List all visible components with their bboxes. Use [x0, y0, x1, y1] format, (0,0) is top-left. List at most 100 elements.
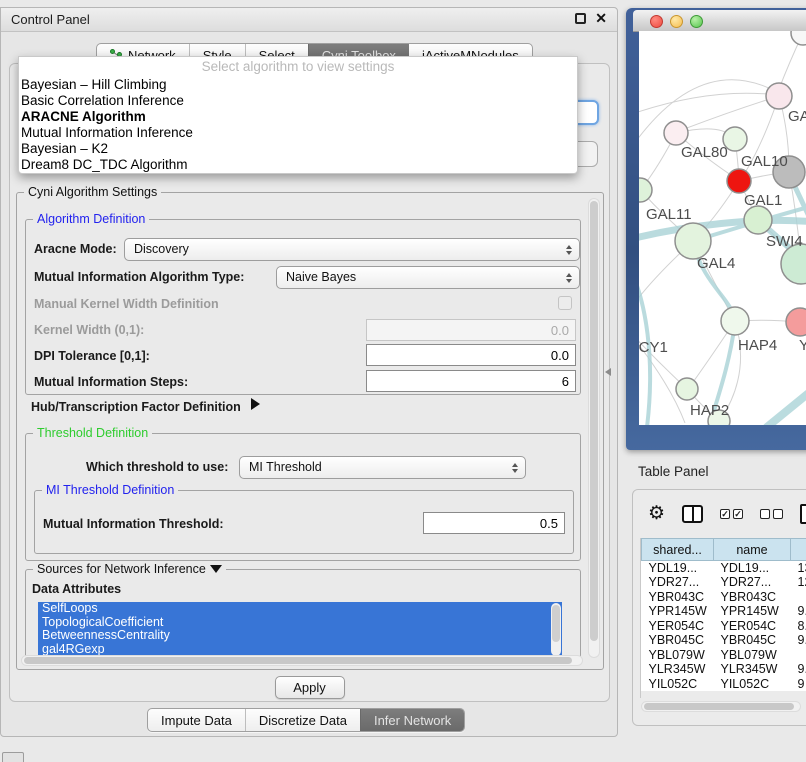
mi-steps-label: Mutual Information Steps:: [34, 375, 188, 389]
algorithm-option-selected[interactable]: ARACNE Algorithm: [19, 109, 577, 125]
float-window-icon[interactable]: [575, 13, 586, 24]
network-view-window[interactable]: GAL GAL80 GAL10 GAL1 GAL11 SWI4 GAL4 GCY…: [626, 8, 806, 450]
dpi-tolerance-field[interactable]: [366, 344, 576, 366]
node-table: shared... name A YDL19...YDL19...13 YDR2…: [641, 538, 806, 691]
minimize-traffic-light-icon[interactable]: [670, 15, 683, 28]
node-hap4[interactable]: [721, 307, 749, 335]
list-item[interactable]: BetweennessCentrality: [38, 629, 562, 643]
cyni-algorithm-settings-title: Cyni Algorithm Settings: [24, 185, 161, 199]
aracne-mode-combobox[interactable]: Discovery: [124, 238, 580, 261]
list-scrollbar[interactable]: [551, 603, 561, 656]
algorithm-option[interactable]: Bayesian – K2: [19, 141, 577, 157]
threshold-definition-group: Threshold Definition Which threshold to …: [25, 433, 581, 561]
network-window-titlebar[interactable]: [633, 10, 806, 32]
table-row[interactable]: YPR145WYPR145W9.: [642, 604, 806, 619]
mi-type-value: Naive Bayes: [286, 270, 356, 284]
algorithm-option[interactable]: Bayesian – Hill Climbing: [19, 77, 577, 93]
gear-icon[interactable]: ⚙: [648, 504, 665, 524]
deselect-all-icon[interactable]: [760, 509, 783, 519]
node-gal1[interactable]: [744, 206, 772, 234]
node[interactable]: [766, 83, 792, 109]
table-panel-title: Table Panel: [638, 464, 709, 479]
tab-infer-network[interactable]: Infer Network: [360, 709, 464, 731]
node[interactable]: [791, 31, 806, 45]
node-gal80[interactable]: [664, 121, 688, 145]
mi-type-combobox[interactable]: Naive Bayes: [276, 266, 580, 289]
apply-button[interactable]: Apply: [275, 676, 345, 699]
label-gal4: GAL4: [697, 255, 735, 272]
algorithm-option[interactable]: Basic Correlation Inference: [19, 93, 577, 109]
splitpane-handle-icon[interactable]: [605, 368, 611, 376]
column-header-shared-name[interactable]: shared...: [642, 539, 714, 561]
split-columns-icon[interactable]: [682, 505, 703, 523]
node-salmon[interactable]: [786, 308, 806, 336]
manual-kernel-label: Manual Kernel Width Definition: [34, 297, 219, 311]
label-hap4: HAP4: [738, 337, 777, 354]
network-nodes[interactable]: [639, 31, 806, 425]
combo-arrows-icon: [566, 273, 572, 283]
select-all-icon[interactable]: ✓✓: [720, 509, 743, 519]
threshold-definition-title: Threshold Definition: [33, 426, 152, 440]
table-row[interactable]: YDL19...YDL19...13: [642, 561, 806, 576]
label-gal11: GAL11: [646, 206, 692, 223]
table-row[interactable]: YBR043CYBR043C: [642, 590, 806, 605]
bottom-tabbar: Impute Data Discretize Data Infer Networ…: [147, 708, 465, 732]
algorithm-option[interactable]: Dream8 DC_TDC Algorithm: [19, 157, 577, 173]
table-row[interactable]: YDR27...YDR27...12: [642, 575, 806, 590]
zoom-traffic-light-icon[interactable]: [690, 15, 703, 28]
algorithm-definition-group: Algorithm Definition Aracne Mode: Discov…: [25, 219, 581, 395]
network-canvas[interactable]: GAL GAL80 GAL10 GAL1 GAL11 SWI4 GAL4 GCY…: [639, 31, 806, 425]
node-gal11[interactable]: [639, 178, 652, 202]
mi-steps-field[interactable]: [366, 370, 576, 392]
node-red[interactable]: [727, 169, 751, 193]
tab-discretize-data[interactable]: Discretize Data: [245, 709, 360, 731]
table-row[interactable]: YBL079WYBL079W: [642, 648, 806, 663]
table-scrollview[interactable]: shared... name A YDL19...YDL19...13 YDR2…: [640, 538, 806, 698]
node-hap2[interactable]: [676, 378, 698, 400]
label-hap2: HAP2: [690, 402, 729, 419]
manual-kernel-checkbox[interactable]: [558, 296, 572, 310]
kernel-width-label: Kernel Width (0,1):: [34, 323, 144, 337]
collapse-arrow-icon[interactable]: [210, 565, 222, 573]
label-swi4: SWI4: [766, 233, 803, 250]
settings-horizontal-scrollbar[interactable]: [21, 655, 583, 666]
column-header-name[interactable]: name: [714, 539, 791, 561]
node-gal4[interactable]: [675, 223, 711, 259]
algorithm-option[interactable]: Mutual Information Inference: [19, 125, 577, 141]
dpi-tolerance-label: DPI Tolerance [0,1]:: [34, 349, 150, 363]
sources-group: Sources for Network Inference Data Attri…: [25, 569, 581, 661]
control-panel-titlebar[interactable]: Control Panel ✕: [1, 8, 617, 32]
table-row[interactable]: YLR345WYLR345W9.: [642, 662, 806, 677]
label-gal80: GAL80: [681, 144, 728, 161]
document-icon[interactable]: [800, 504, 806, 524]
combo-arrows-icon: [512, 463, 518, 473]
which-threshold-combobox[interactable]: MI Threshold: [239, 456, 526, 479]
algorithm-definition-title: Algorithm Definition: [33, 212, 149, 226]
panel-corner-button[interactable]: [2, 752, 24, 762]
mi-threshold-label: Mutual Information Threshold:: [43, 517, 224, 531]
hub-definition-label: Hub/Transcription Factor Definition: [31, 400, 241, 414]
aracne-mode-label: Aracne Mode:: [34, 242, 117, 256]
settings-vertical-scrollbar[interactable]: [588, 198, 600, 658]
list-item[interactable]: TopologicalCoefficient: [38, 616, 562, 630]
tab-impute-data[interactable]: Impute Data: [148, 709, 245, 731]
mi-threshold-definition-title: MI Threshold Definition: [42, 483, 178, 497]
node-swi4[interactable]: [781, 244, 806, 284]
table-row[interactable]: YBR045CYBR045C9.: [642, 633, 806, 648]
which-threshold-value: MI Threshold: [249, 460, 322, 474]
table-row[interactable]: YER054CYER054C8.: [642, 619, 806, 634]
close-traffic-light-icon[interactable]: [650, 15, 663, 28]
expand-arrow-icon[interactable]: [251, 398, 260, 410]
close-window-icon[interactable]: ✕: [595, 11, 607, 25]
list-item[interactable]: gal4RGexp: [38, 643, 562, 657]
column-header-partial[interactable]: A: [791, 539, 806, 561]
data-attributes-list[interactable]: SelfLoops TopologicalCoefficient Between…: [38, 602, 562, 657]
screen: Control Panel ✕ Network Style Select Cyn…: [0, 0, 806, 762]
list-item[interactable]: SelfLoops: [38, 602, 562, 616]
table-horizontal-scrollbar[interactable]: [641, 701, 801, 712]
label-gcy1: GCY1: [639, 339, 668, 356]
mi-threshold-field[interactable]: [423, 512, 565, 534]
aracne-mode-value: Discovery: [134, 242, 189, 256]
table-row[interactable]: YIL052CYIL052C9: [642, 677, 806, 692]
kernel-width-field[interactable]: [366, 319, 576, 341]
